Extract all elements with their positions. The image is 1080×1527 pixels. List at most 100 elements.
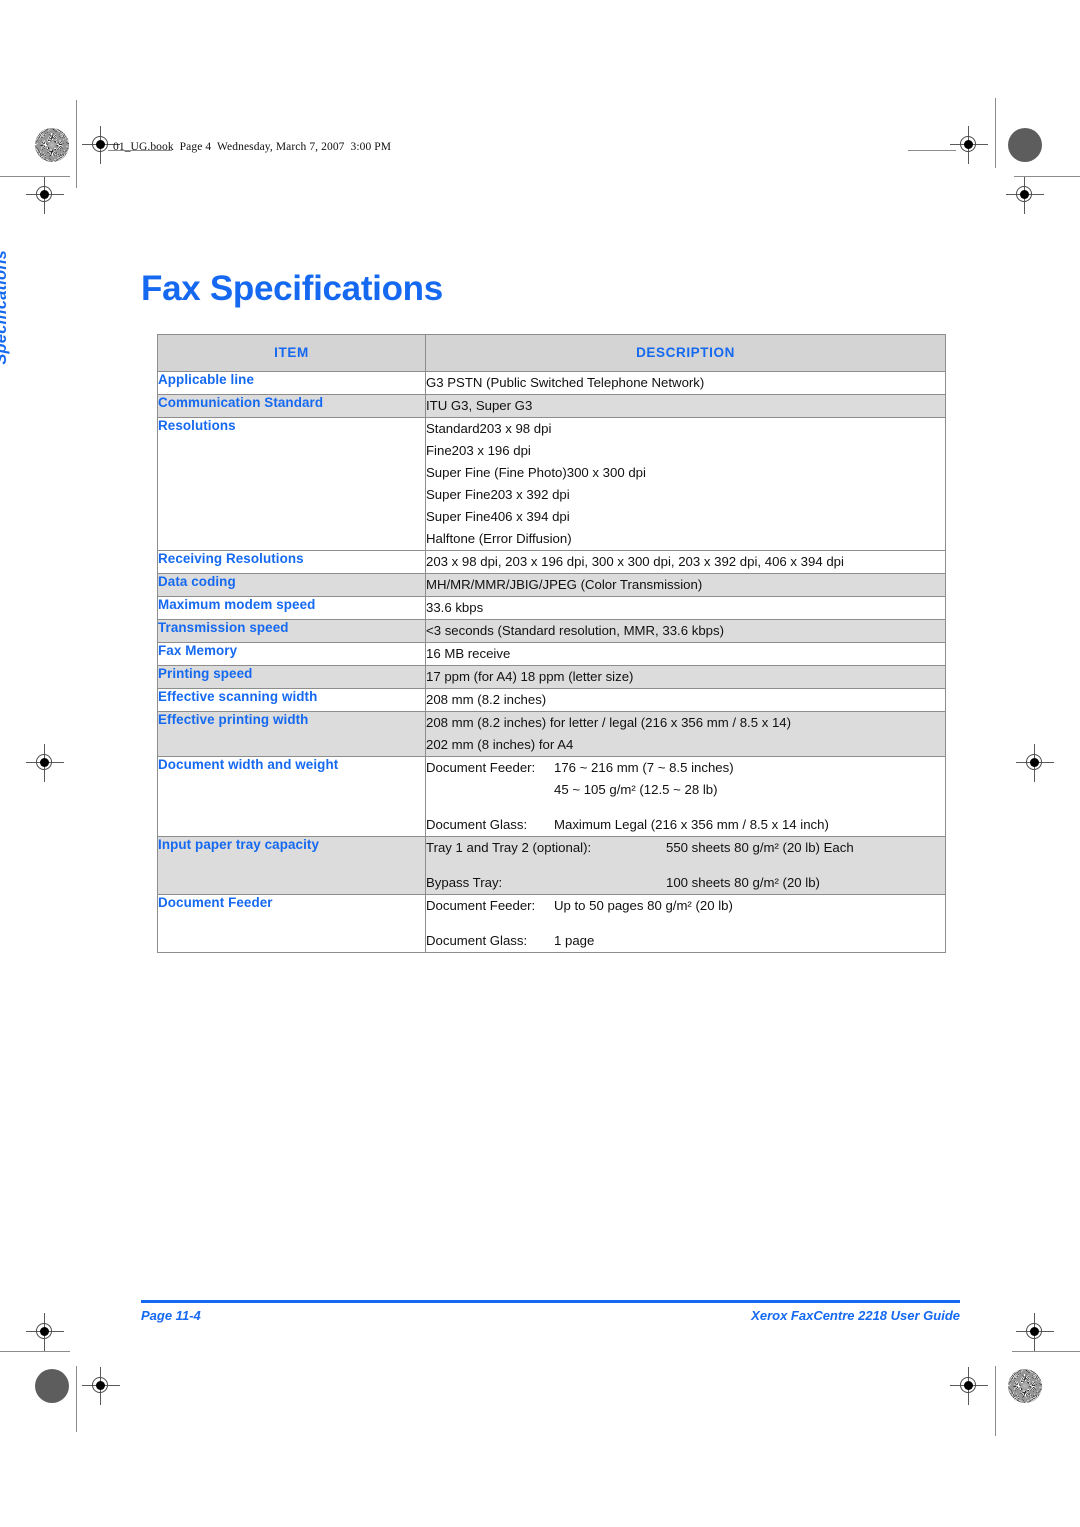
description-pair-label [426, 779, 554, 801]
row-item-label: Communication Standard [157, 394, 426, 418]
trim-line-top-right-v [995, 98, 997, 168]
row-description: 17 ppm (for A4) 18 ppm (letter size) [425, 665, 946, 689]
footer-divider-rule [141, 1300, 960, 1303]
registration-mark-bottom-right-inner [950, 1367, 988, 1405]
table-row: Communication Standard ITU G3, Super G3 [157, 394, 946, 418]
description-line: <3 seconds (Standard resolution, MMR, 33… [426, 623, 724, 638]
description-pair-label: Tray 1 and Tray 2 (optional): [426, 840, 592, 855]
table-row: Document Feeder Document Feeder: Up to 50 … [157, 894, 946, 953]
page-title: Fax Specifications [141, 269, 443, 309]
table-row: Document width and weight Document Feeder… [157, 756, 946, 837]
trim-line-top-left-v [76, 100, 78, 188]
table-body: Applicable line G3 PSTN (Public Switched … [157, 371, 946, 953]
description-pair-row: Document Glass: Maximum Legal (216 x 356 … [426, 814, 945, 836]
row-item-label: Printing speed [157, 665, 426, 689]
row-description: ITU G3, Super G3 [425, 394, 946, 418]
description-line: MH/MR/MMR/JBIG/JPEG (Color Transmission) [426, 577, 703, 592]
description-pair-spacer [426, 859, 945, 872]
description-pair-value: 100 sheets 80 g/m² (20 lb) [666, 875, 820, 890]
row-item-label: Transmission speed [157, 619, 426, 643]
row-description: Document Feeder: Up to 50 pages 80 g/m² (… [425, 894, 946, 953]
description-line: 203 x 98 dpi, 203 x 196 dpi, 300 x 300 d… [426, 554, 844, 569]
table-row: Printing speed 17 ppm (for A4) 18 ppm (le… [157, 665, 946, 689]
description-pair-grid: Document Feeder: Up to 50 pages 80 g/m² (… [426, 895, 945, 952]
trim-line-right-lower-h [1012, 1351, 1080, 1353]
registration-mark-left-lower [26, 1313, 64, 1351]
row-item-label: Receiving Resolutions [157, 550, 426, 574]
row-item-label: Effective scanning width [157, 688, 426, 712]
row-description: 33.6 kbps [425, 596, 946, 620]
registration-mark-bottom-left-inner [82, 1367, 120, 1405]
row-description: 16 MB receive [425, 642, 946, 666]
description-line: 208 mm (8.2 inches) [426, 692, 547, 707]
trim-line-top-right-h [908, 150, 956, 152]
description-pair-value: Up to 50 pages 80 g/m² (20 lb) [554, 898, 733, 913]
table-row: Resolutions Standard203 x 98 dpi Fine203 x… [157, 417, 946, 551]
fax-specifications-table: ITEM DESCRIPTION Applicable line G3 PSTN … [157, 334, 946, 953]
description-pair-label: Document Glass: [426, 933, 528, 948]
description-pair-row: Document Feeder: 176 ~ 216 mm (7 ~ 8.5 in… [426, 757, 945, 779]
description-pair-label: Bypass Tray: [426, 875, 503, 890]
table-header-row: ITEM DESCRIPTION [157, 334, 946, 372]
row-description: 208 mm (8.2 inches) for letter / legal (… [425, 711, 946, 757]
trim-line-left-lower-h [0, 1351, 70, 1353]
description-line: Standard203 x 98 dpi [426, 421, 552, 436]
description-line: 208 mm (8.2 inches) for letter / legal (… [426, 715, 792, 730]
description-pair-grid: Tray 1 and Tray 2 (optional): 550 sheets … [426, 837, 945, 894]
description-pair-value: Maximum Legal (216 x 356 mm / 8.5 x 14 i… [554, 817, 829, 832]
table-row: Data coding MH/MR/MMR/JBIG/JPEG (Color Tr… [157, 573, 946, 597]
row-item-label: Document width and weight [157, 756, 426, 837]
column-header-description: DESCRIPTION [425, 334, 946, 372]
description-line: 33.6 kbps [426, 600, 484, 615]
table-row: Effective printing width 208 mm (8.2 inch… [157, 711, 946, 757]
description-pair-label: Document Feeder: [426, 760, 536, 775]
table-row: Fax Memory 16 MB receive [157, 642, 946, 666]
footer-guide-title: Xerox FaxCentre 2218 User Guide [751, 1308, 960, 1323]
registration-mark-top-right-inner [950, 126, 988, 164]
trim-line-right-upper-h [1014, 176, 1080, 178]
row-item-label: Effective printing width [157, 711, 426, 757]
registration-mark-left-upper [26, 176, 64, 214]
registration-mark-right-lower [1016, 1313, 1054, 1351]
description-pair-row: 45 ~ 105 g/m² (12.5 ~ 28 lb) [426, 779, 945, 801]
trim-line-bottom-right-v [995, 1366, 997, 1436]
registration-mark-left-middle [26, 744, 64, 782]
description-pair-spacer [426, 917, 945, 930]
description-line: Fine203 x 196 dpi [426, 443, 531, 458]
table-row: Receiving Resolutions 203 x 98 dpi, 203 x… [157, 550, 946, 574]
description-line: Super Fine406 x 394 dpi [426, 509, 570, 524]
description-pair-value: 176 ~ 216 mm (7 ~ 8.5 inches) [554, 760, 734, 775]
table-row: Maximum modem speed 33.6 kbps [157, 596, 946, 620]
row-item-label: Maximum modem speed [157, 596, 426, 620]
description-line: ITU G3, Super G3 [426, 398, 533, 413]
solid-dot-mark-bottom-left [35, 1369, 69, 1403]
description-pair-row: Document Glass: 1 page [426, 930, 945, 952]
description-pair-value: 550 sheets 80 g/m² (20 lb) Each [666, 840, 854, 855]
description-line: 202 mm (8 inches) for A4 [426, 737, 574, 752]
table-row: Transmission speed <3 seconds (Standard r… [157, 619, 946, 643]
registration-mark-right-middle [1016, 744, 1054, 782]
rosette-mark-bottom-right [1008, 1369, 1042, 1403]
description-pair-label: Document Glass: [426, 817, 528, 832]
row-item-label: Document Feeder [157, 894, 426, 953]
description-line: 16 MB receive [426, 646, 511, 661]
table-row: Applicable line G3 PSTN (Public Switched … [157, 371, 946, 395]
row-description: Standard203 x 98 dpi Fine203 x 196 dpi Sup… [425, 417, 946, 551]
row-description: G3 PSTN (Public Switched Telephone Netwo… [425, 371, 946, 395]
row-item-label: Input paper tray capacity [157, 836, 426, 895]
row-description: <3 seconds (Standard resolution, MMR, 33… [425, 619, 946, 643]
row-item-label: Fax Memory [157, 642, 426, 666]
row-item-label: Data coding [157, 573, 426, 597]
description-line: 17 ppm (for A4) 18 ppm (letter size) [426, 669, 634, 684]
description-pair-row: Tray 1 and Tray 2 (optional): 550 sheets … [426, 837, 945, 859]
trim-line-bottom-left-v [76, 1366, 78, 1432]
description-pair-label: Document Feeder: [426, 898, 536, 913]
description-pair-spacer [426, 801, 945, 814]
column-header-item: ITEM [157, 334, 426, 372]
document-slug: 01_UG.book Page 4 Wednesday, March 7, 20… [113, 141, 392, 153]
description-pair-row: Document Feeder: Up to 50 pages 80 g/m² (… [426, 895, 945, 917]
trim-line-left-upper-h [0, 176, 70, 178]
row-description: Tray 1 and Tray 2 (optional): 550 sheets … [425, 836, 946, 895]
description-line: G3 PSTN (Public Switched Telephone Netwo… [426, 375, 705, 390]
row-description: MH/MR/MMR/JBIG/JPEG (Color Transmission) [425, 573, 946, 597]
